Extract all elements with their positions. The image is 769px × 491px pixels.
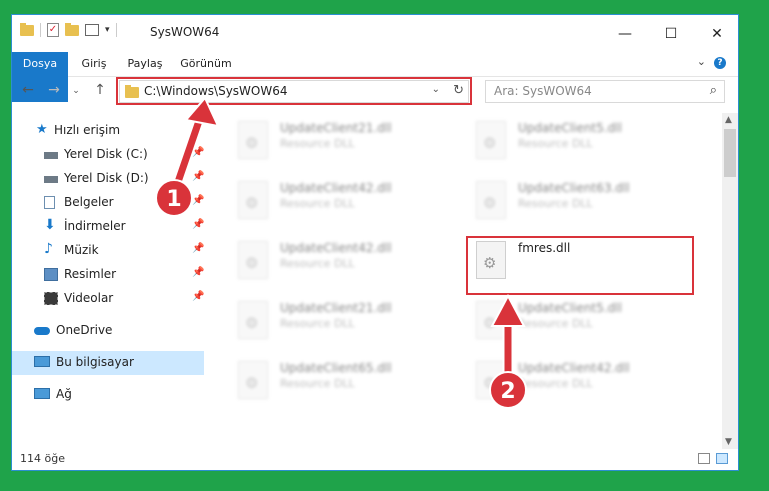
step-badge-2: 2 [489,371,527,409]
arrow-1-head [184,96,220,128]
arrow-2-head [490,293,526,327]
annotation-arrows [172,96,526,382]
arrow-1-shaft [174,114,204,186]
step-badge-1: 1 [155,179,193,217]
